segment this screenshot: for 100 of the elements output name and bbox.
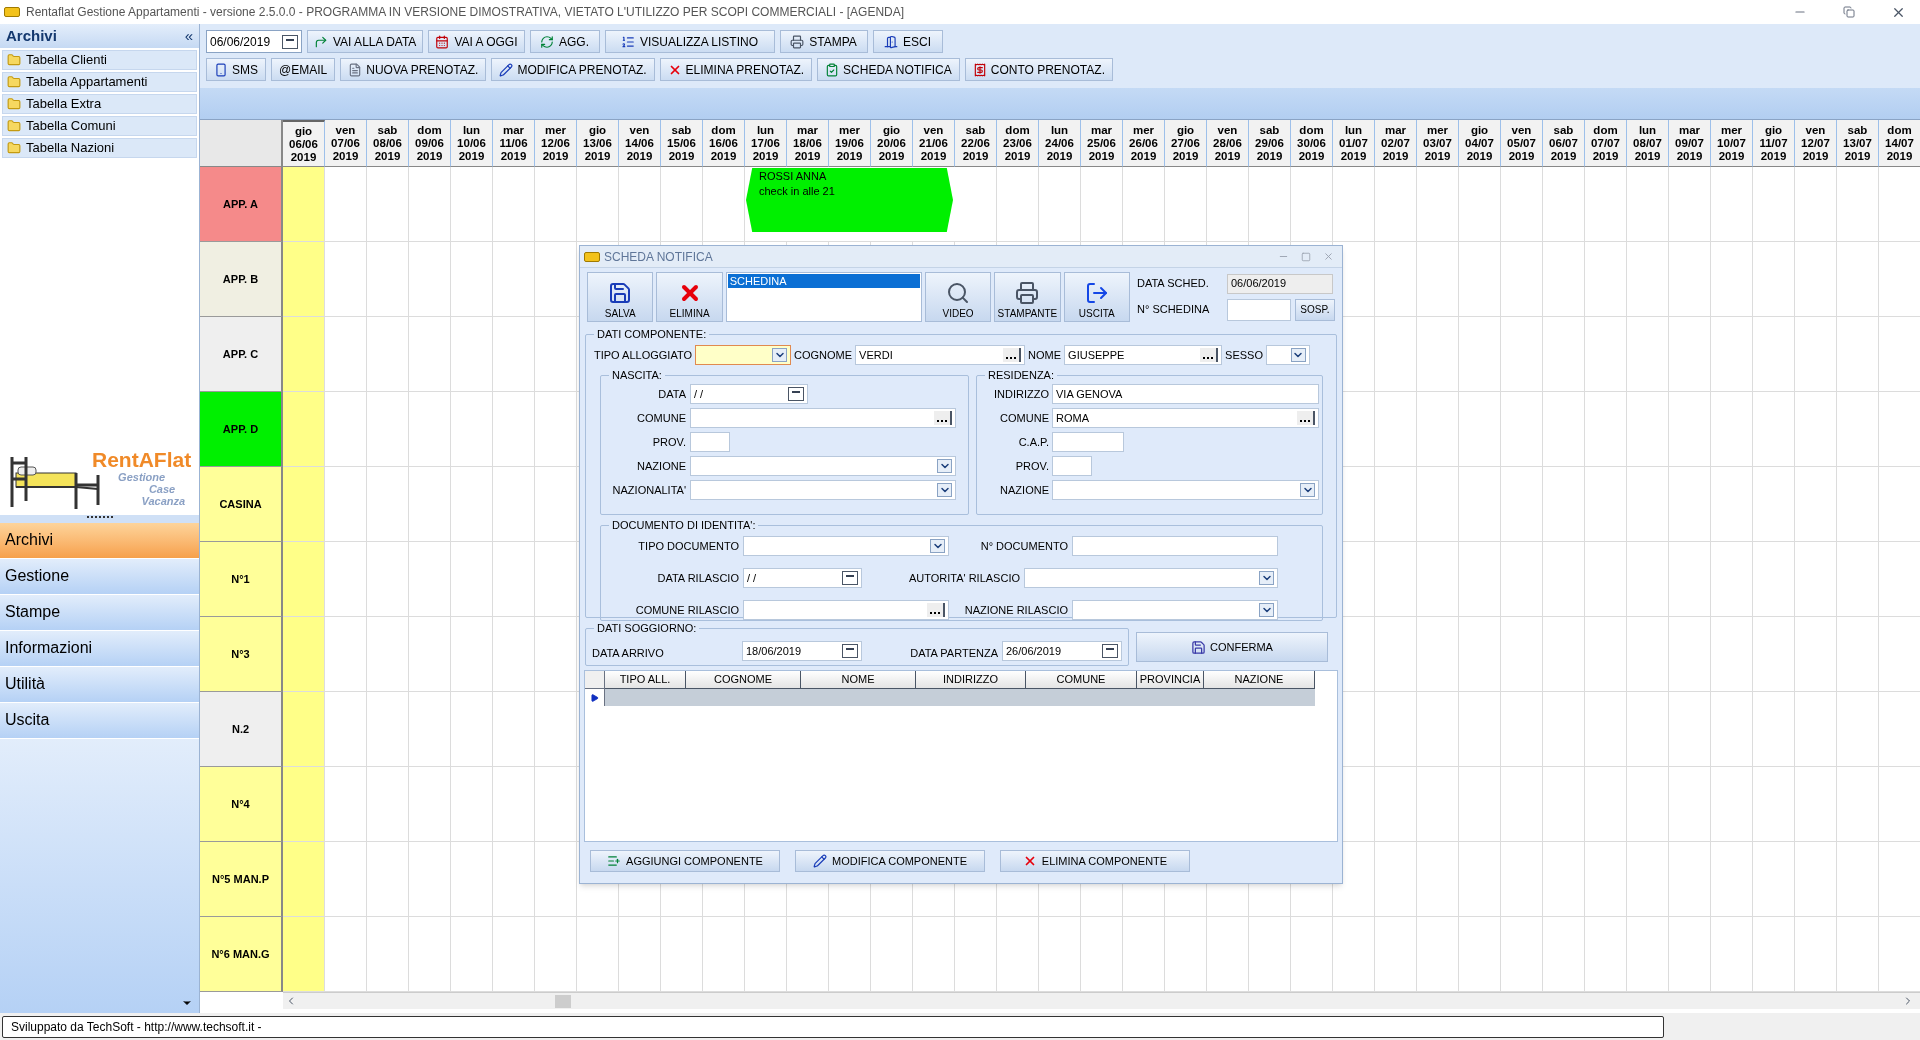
date-header[interactable]: dom 16/06 2019 [703, 120, 745, 167]
date-header[interactable]: mar 02/07 2019 [1375, 120, 1417, 167]
date-header[interactable]: mer 03/07 2019 [1417, 120, 1459, 167]
archive-item[interactable]: Tabella Nazioni [2, 138, 197, 158]
date-header[interactable]: lun 17/06 2019 [745, 120, 787, 167]
apartment-label[interactable]: APP. B [200, 242, 283, 317]
apartment-label[interactable]: APP. D [200, 392, 283, 467]
date-header[interactable]: dom 09/06 2019 [409, 120, 451, 167]
nav-item[interactable]: Uscita [0, 702, 199, 739]
archive-item[interactable]: Tabella Comuni [2, 116, 197, 136]
date-header[interactable]: gio 06/06 2019 [283, 120, 325, 167]
date-header[interactable]: sab 06/07 2019 [1543, 120, 1585, 167]
date-header[interactable]: dom 14/07 2019 [1879, 120, 1920, 167]
date-field[interactable]: / / [743, 568, 862, 588]
toolbar-button[interactable]: USCITA [1063, 272, 1130, 322]
list-box[interactable]: SCHEDINA [725, 272, 922, 322]
apartment-label[interactable]: N°4 [200, 767, 283, 842]
list-item[interactable]: SCHEDINA [727, 274, 920, 288]
date-header[interactable]: gio 04/07 2019 [1459, 120, 1501, 167]
booking-block[interactable]: ROSSI ANNA check in alle 21 [746, 168, 953, 232]
component-button[interactable]: AGGIUNGI COMPONENTE [590, 850, 780, 872]
apartment-label[interactable]: CASINA [200, 467, 283, 542]
toolbar-button[interactable]: VAI A OGGI [428, 30, 525, 53]
date-field[interactable]: 26/06/2019 [1002, 641, 1122, 661]
date-header[interactable]: sab 08/06 2019 [367, 120, 409, 167]
date-header[interactable]: ven 05/07 2019 [1501, 120, 1543, 167]
date-header[interactable]: gio 27/06 2019 [1165, 120, 1207, 167]
confirm-button[interactable]: CONFERMA [1136, 632, 1328, 662]
toolbar-button[interactable]: VAI ALLA DATA [307, 30, 424, 53]
input-field[interactable]: GIUSEPPE [1064, 345, 1223, 365]
toolbar-button[interactable]: VISUALIZZA LISTINO [604, 30, 775, 53]
date-header[interactable]: sab 29/06 2019 [1249, 120, 1291, 167]
nav-item[interactable]: Utilità [0, 666, 199, 703]
date-header[interactable]: ven 12/07 2019 [1795, 120, 1837, 167]
nav-item[interactable]: Archivi [0, 522, 199, 559]
column-header[interactable]: NAZIONE [1204, 671, 1315, 689]
date-header[interactable]: mar 11/06 2019 [493, 120, 535, 167]
column-header[interactable]: TIPO ALL. [605, 671, 686, 689]
column-header[interactable]: NOME [801, 671, 916, 689]
date-header[interactable]: lun 24/06 2019 [1039, 120, 1081, 167]
date-header[interactable]: sab 15/06 2019 [661, 120, 703, 167]
date-field[interactable]: / / [690, 384, 808, 404]
input-field[interactable]: ROMA [1052, 408, 1319, 428]
date-header[interactable]: sab 13/07 2019 [1837, 120, 1879, 167]
archive-item[interactable]: Tabella Extra [2, 94, 197, 114]
suspend-button[interactable]: SOSP. [1295, 298, 1335, 321]
toolbar-button[interactable]: ELIMINA PRENOTAZ. [659, 58, 813, 81]
date-field[interactable]: 06/06/2019 [1227, 273, 1333, 294]
archive-item[interactable]: Tabella Appartamenti [2, 72, 197, 92]
nav-item[interactable]: Informazioni [0, 630, 199, 667]
toolbar-button[interactable]: SALVA [587, 272, 654, 322]
date-header[interactable]: sab 22/06 2019 [955, 120, 997, 167]
date-header[interactable]: ven 14/06 2019 [619, 120, 661, 167]
date-header[interactable]: gio 11/07 2019 [1753, 120, 1795, 167]
toolbar-button[interactable]: AGG. [529, 30, 600, 53]
toolbar-button[interactable]: MODIFICA PRENOTAZ. [491, 58, 655, 81]
date-header[interactable]: dom 07/07 2019 [1585, 120, 1627, 167]
apartment-label[interactable]: APP. A [200, 167, 283, 242]
toolbar-button[interactable]: VIDEO [924, 272, 992, 322]
toolbar-button[interactable]: SCHEDA NOTIFICA [817, 58, 960, 81]
date-header[interactable]: mar 09/07 2019 [1669, 120, 1711, 167]
date-header[interactable]: mer 26/06 2019 [1123, 120, 1165, 167]
apartment-label[interactable]: N°6 MAN.G [200, 917, 283, 992]
date-field[interactable]: 18/06/2019 [742, 641, 862, 661]
apartment-label[interactable]: N.2 [200, 692, 283, 767]
toolbar-button[interactable]: ELIMINA [656, 272, 723, 322]
input-field[interactable]: VERDI [855, 345, 1026, 365]
date-header[interactable]: lun 01/07 2019 [1333, 120, 1375, 167]
date-header[interactable]: ven 21/06 2019 [913, 120, 955, 167]
toolbar-button[interactable]: STAMPANTE [994, 272, 1061, 322]
column-header[interactable]: PROVINCIA [1137, 671, 1204, 689]
date-header[interactable]: mar 18/06 2019 [787, 120, 829, 167]
date-header[interactable]: mer 12/06 2019 [535, 120, 577, 167]
apartment-label[interactable]: N°3 [200, 617, 283, 692]
column-header[interactable]: COMUNE [1026, 671, 1137, 689]
nav-item[interactable]: Stampe [0, 594, 199, 631]
toolbar-button[interactable]: CONTO PRENOTAZ. [964, 58, 1113, 81]
date-header[interactable]: mer 19/06 2019 [829, 120, 871, 167]
date-header[interactable]: dom 30/06 2019 [1291, 120, 1333, 167]
date-header[interactable]: lun 08/07 2019 [1627, 120, 1669, 167]
date-header[interactable]: gio 13/06 2019 [577, 120, 619, 167]
column-header[interactable]: INDIRIZZO [916, 671, 1026, 689]
apartment-label[interactable]: APP. C [200, 317, 283, 392]
date-header[interactable]: ven 28/06 2019 [1207, 120, 1249, 167]
date-header[interactable]: gio 20/06 2019 [871, 120, 913, 167]
toolbar-button[interactable]: SMS [206, 58, 266, 81]
archive-item[interactable]: Tabella Clienti [2, 50, 197, 70]
nav-item[interactable]: Gestione [0, 558, 199, 595]
date-header[interactable]: lun 10/06 2019 [451, 120, 493, 167]
column-header[interactable]: COGNOME [686, 671, 801, 689]
date-header[interactable]: ven 07/06 2019 [325, 120, 367, 167]
apartment-label[interactable]: N°1 [200, 542, 283, 617]
component-button[interactable]: MODIFICA COMPONENTE [795, 850, 985, 872]
apartment-label[interactable]: N°5 MAN.P [200, 842, 283, 917]
toolbar-button[interactable]: ESCI [872, 30, 943, 53]
toolbar-button[interactable]: STAMPA [779, 30, 868, 53]
date-field[interactable]: 06/06/2019 [206, 30, 302, 53]
input-field[interactable]: VIA GENOVA [1052, 384, 1319, 404]
date-header[interactable]: mar 25/06 2019 [1081, 120, 1123, 167]
date-header[interactable]: mer 10/07 2019 [1711, 120, 1753, 167]
